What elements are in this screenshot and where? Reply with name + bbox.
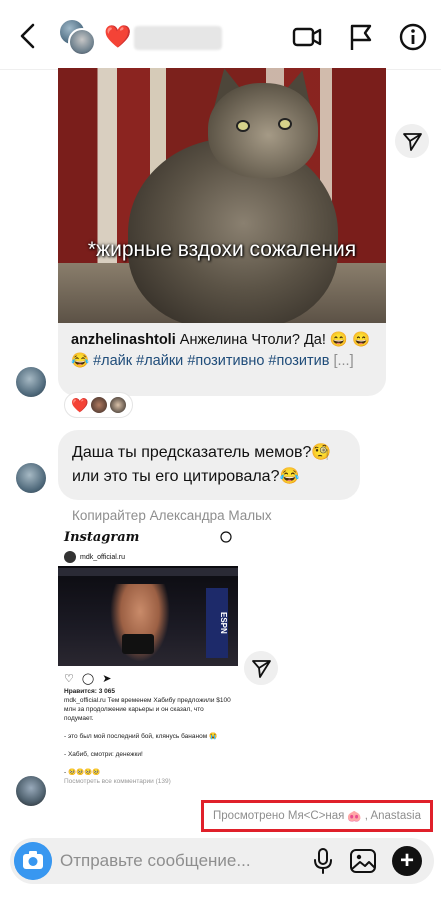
message-composer: + xyxy=(10,838,434,884)
sender-avatar[interactable] xyxy=(16,463,46,493)
avatar xyxy=(110,397,127,413)
info-icon[interactable] xyxy=(398,22,428,52)
message-input[interactable] xyxy=(60,850,300,872)
back-arrow-icon[interactable] xyxy=(16,22,40,50)
view-comments: Посмотреть все комментарии (139) xyxy=(64,778,171,785)
share-icon[interactable] xyxy=(244,651,278,685)
avatar xyxy=(64,551,76,563)
camera-icon[interactable] xyxy=(14,842,52,880)
heart-reaction-icon: ❤️ xyxy=(71,396,89,413)
pig-emoji: 🐽 xyxy=(347,811,362,823)
forwarded-from-label: Копирайтер Александра Малых xyxy=(72,508,272,523)
post-author[interactable]: anzhelinashtoli xyxy=(71,332,176,348)
post-username: mdk_official.ru xyxy=(80,553,126,561)
post-hashtags[interactable]: #лайк #лайки #позитивно #позитив xyxy=(93,353,329,369)
flag-icon[interactable] xyxy=(346,22,376,52)
message-line: Даша ты предсказатель мемов?🧐 xyxy=(72,444,332,461)
avatar xyxy=(68,28,96,56)
post-user: mdk_official.ru xyxy=(58,548,238,566)
message-bubble[interactable]: Даша ты предсказатель мемов?🧐 или это ты… xyxy=(58,430,360,500)
avatar xyxy=(91,397,108,413)
chat-header: ❤️ xyxy=(0,0,441,70)
like-icon: ♡ xyxy=(64,673,74,685)
seen-status: Просмотрено Мя<С>ная 🐽 , Anastasia xyxy=(201,800,433,832)
seen-text: Просмотрено Мя<С>ная xyxy=(213,810,345,822)
reactions-bar[interactable]: ❤️ xyxy=(64,392,134,418)
post-caption: mdk_official.ru Тем временем Хабибу пред… xyxy=(64,697,231,722)
microphone-icon[interactable] xyxy=(308,846,338,876)
cat-meme-image: *жирные вздохи сожаления xyxy=(58,68,386,323)
read-more[interactable]: [...] xyxy=(333,353,353,369)
post-meta: Нравится: 3 065 mdk_official.ru Тем врем… xyxy=(58,687,238,786)
image-caption: *жирные вздохи сожаления xyxy=(87,238,357,261)
message-line: или это ты его цитировала?😂 xyxy=(72,468,300,485)
post-quote: - Хабиб, смотри: денежки! xyxy=(64,751,143,758)
shared-screenshot[interactable]: Instagram mdk_official.ru ESPN ♡ ◯ ➤ Нра… xyxy=(58,526,238,796)
video-call-icon[interactable] xyxy=(292,22,322,52)
send-icon: ➤ xyxy=(102,673,112,685)
seen-text: , Anastasia xyxy=(364,810,421,822)
instagram-header: Instagram xyxy=(58,526,238,548)
shared-post-card[interactable]: *жирные вздохи сожаления anzhelinashtoli… xyxy=(58,68,386,396)
direct-icon xyxy=(220,531,232,543)
share-icon[interactable] xyxy=(395,124,429,158)
comment-icon: ◯ xyxy=(81,673,95,685)
add-icon[interactable]: + xyxy=(392,846,422,876)
post-quote: - это был мой последний бой, клянусь бан… xyxy=(64,733,218,740)
post-description: anzhelinashtoli Анжелина Чтоли? Да! 😄 😄 … xyxy=(71,330,377,372)
sender-avatar[interactable] xyxy=(16,776,46,806)
likes-count: Нравится: 3 065 xyxy=(64,688,116,695)
gallery-icon[interactable] xyxy=(348,846,378,876)
sender-avatar[interactable] xyxy=(16,367,46,397)
instagram-logo: Instagram xyxy=(64,529,140,545)
blurred-chat-name[interactable] xyxy=(134,26,222,50)
post-actions: ♡ ◯ ➤ xyxy=(58,666,238,687)
fight-photo: ESPN xyxy=(58,566,238,666)
group-avatar[interactable] xyxy=(58,18,98,58)
espn-logo: ESPN xyxy=(206,588,228,658)
post-emojis: - 🥺🥺🥺🥺 xyxy=(64,769,101,776)
heart-emoji: ❤️ xyxy=(104,24,132,49)
